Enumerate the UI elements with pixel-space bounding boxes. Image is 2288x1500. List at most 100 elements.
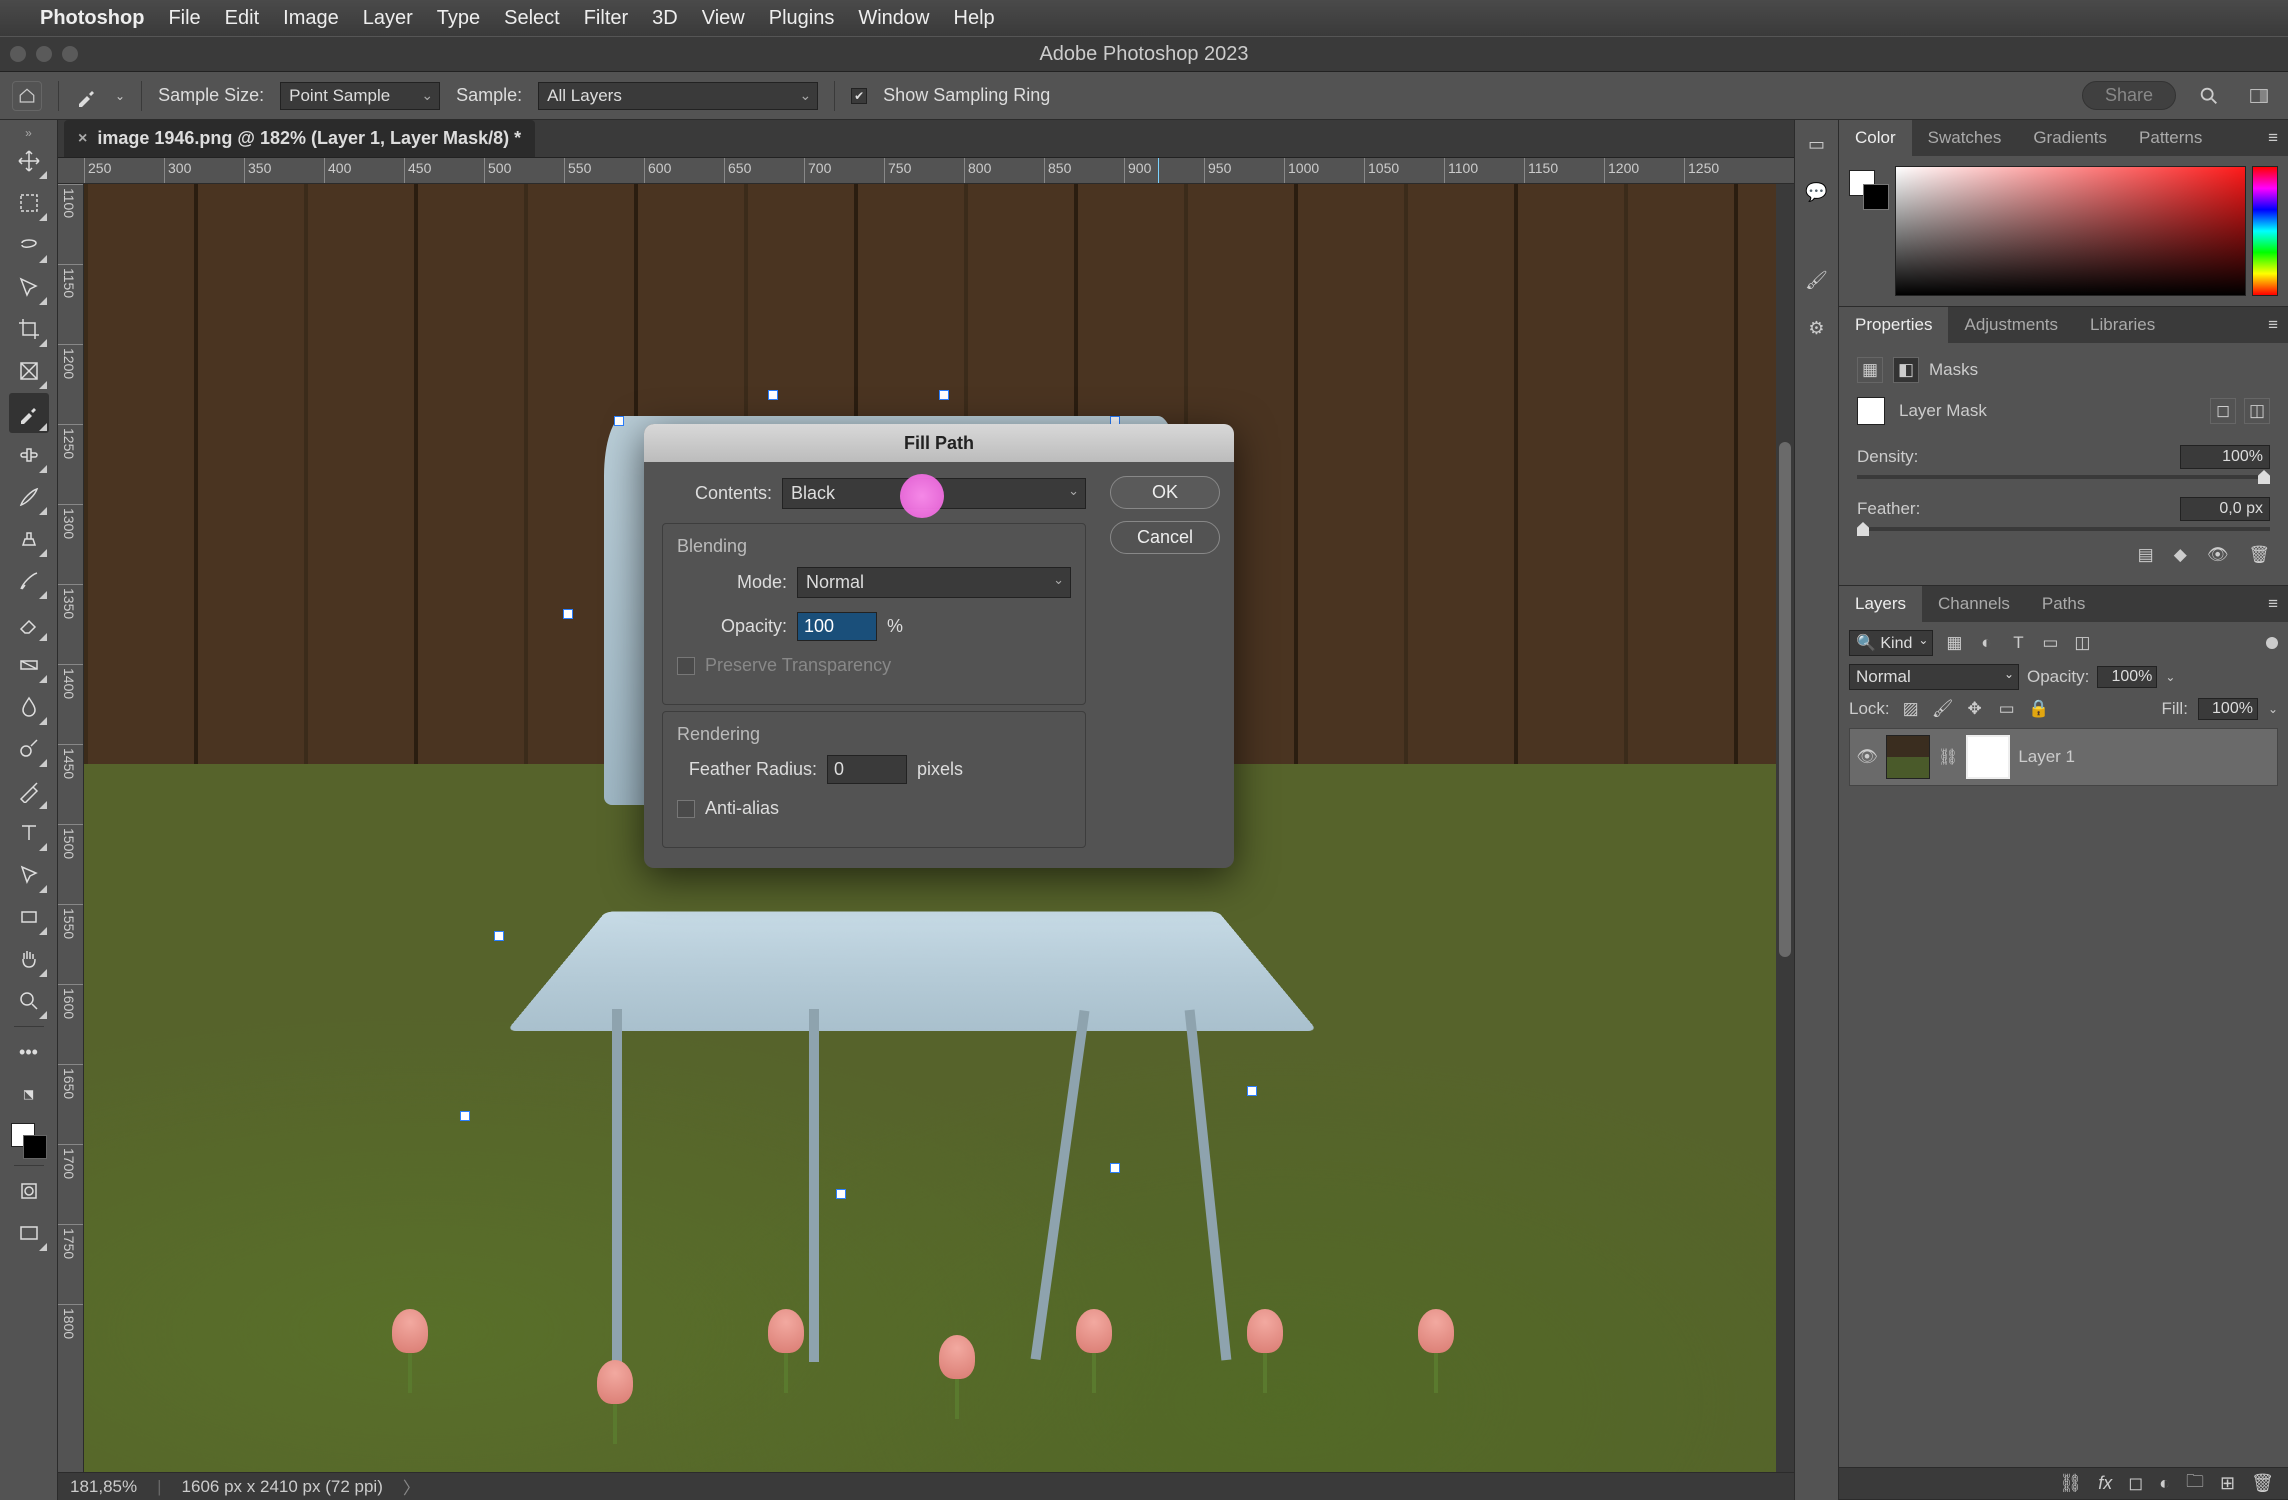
- hand-tool[interactable]: [9, 939, 49, 979]
- delete-layer-icon[interactable]: 🗑: [2251, 1473, 2274, 1494]
- path-anchor[interactable]: [1247, 1086, 1257, 1096]
- layer-name[interactable]: Layer 1: [2018, 747, 2075, 767]
- menu-select[interactable]: Select: [504, 7, 560, 30]
- color-tab[interactable]: Color: [1839, 120, 1912, 156]
- invert-mask-icon[interactable]: ◆: [2174, 545, 2187, 565]
- type-tool[interactable]: [9, 813, 49, 853]
- sample-size-select[interactable]: Point Sample: [280, 82, 440, 110]
- path-anchor[interactable]: [460, 1111, 470, 1121]
- menu-edit[interactable]: Edit: [225, 7, 259, 30]
- lock-all-icon[interactable]: 🔒: [2028, 698, 2050, 720]
- toggle-mask-icon[interactable]: 👁: [2207, 545, 2229, 565]
- history-panel-icon[interactable]: ▭: [1803, 130, 1831, 158]
- pixel-mask-icon[interactable]: ▦: [1857, 357, 1883, 383]
- show-sampling-ring-checkbox[interactable]: ✔: [851, 88, 867, 104]
- layer-thumbnail[interactable]: [1886, 735, 1930, 779]
- path-anchor[interactable]: [563, 609, 573, 619]
- add-pixel-mask-icon[interactable]: ◻: [2210, 398, 2236, 424]
- menu-window[interactable]: Window: [858, 7, 929, 30]
- mode-select[interactable]: Normal: [797, 567, 1071, 598]
- canvas[interactable]: Fill Path Contents: Black Blending Mode:: [84, 184, 1794, 1472]
- path-anchor[interactable]: [1110, 1163, 1120, 1173]
- tool-preset-chevron-icon[interactable]: ⌄: [115, 89, 125, 103]
- menu-help[interactable]: Help: [954, 7, 995, 30]
- layers-opacity-input[interactable]: 100%: [2097, 666, 2157, 688]
- layer-fx-icon[interactable]: fx: [2098, 1473, 2112, 1494]
- frame-tool[interactable]: [9, 351, 49, 391]
- mask-from-selection-icon[interactable]: ▤: [2138, 545, 2154, 565]
- panel-menu-icon[interactable]: ≡: [2258, 594, 2288, 614]
- new-fill-adjustment-icon[interactable]: ◐: [2159, 1473, 2170, 1494]
- sample-select[interactable]: All Layers: [538, 82, 818, 110]
- swatches-tab[interactable]: Swatches: [1912, 120, 2018, 156]
- share-button[interactable]: Share: [2082, 81, 2176, 110]
- app-name[interactable]: Photoshop: [40, 7, 144, 30]
- brushes-panel-icon[interactable]: 🖌: [1803, 266, 1831, 294]
- feather-radius-input[interactable]: 0: [827, 755, 907, 784]
- rectangle-tool[interactable]: [9, 897, 49, 937]
- add-vector-mask-icon[interactable]: ◫: [2244, 398, 2270, 424]
- menu-image[interactable]: Image: [283, 7, 339, 30]
- filter-type-icon[interactable]: T: [2007, 632, 2029, 654]
- clone-stamp-tool[interactable]: [9, 519, 49, 559]
- path-anchor[interactable]: [939, 390, 949, 400]
- menu-plugins[interactable]: Plugins: [769, 7, 835, 30]
- tools-collapse-icon[interactable]: »: [25, 126, 32, 140]
- zoom-tool[interactable]: [9, 981, 49, 1021]
- background-swatch[interactable]: [23, 1135, 47, 1159]
- properties-tab[interactable]: Properties: [1839, 307, 1948, 343]
- libraries-tab[interactable]: Libraries: [2074, 307, 2171, 343]
- color-field[interactable]: [1895, 166, 2246, 296]
- home-button[interactable]: [12, 81, 42, 111]
- dialog-title[interactable]: Fill Path: [644, 424, 1234, 462]
- new-layer-icon[interactable]: ⊞: [2220, 1473, 2235, 1494]
- blur-tool[interactable]: [9, 687, 49, 727]
- layers-tab[interactable]: Layers: [1839, 586, 1922, 622]
- cancel-button[interactable]: Cancel: [1110, 521, 1220, 554]
- menu-type[interactable]: Type: [437, 7, 480, 30]
- color-fgbg-swatches[interactable]: [1849, 170, 1889, 210]
- minimize-window-icon[interactable]: [36, 46, 52, 62]
- move-tool[interactable]: [9, 141, 49, 181]
- density-slider[interactable]: [1857, 475, 2270, 479]
- new-group-icon[interactable]: 🗀: [2186, 1469, 2204, 1499]
- layer-visibility-icon[interactable]: 👁: [1856, 747, 1878, 767]
- feather-slider[interactable]: [1857, 527, 2270, 531]
- fill-input[interactable]: 100%: [2198, 698, 2258, 720]
- vertical-ruler[interactable]: 1100 1150 1200 1250 1300 1350 1400 1450 …: [58, 184, 84, 1472]
- search-button[interactable]: [2192, 79, 2226, 113]
- default-fgbg[interactable]: ⬔: [9, 1074, 49, 1114]
- vertical-scrollbar[interactable]: [1776, 184, 1794, 1472]
- pen-tool[interactable]: [9, 771, 49, 811]
- quickmask-toggle[interactable]: [9, 1171, 49, 1211]
- doc-info[interactable]: 1606 px x 2410 px (72 ppi): [182, 1477, 383, 1497]
- fgbg-swatches[interactable]: [9, 1121, 49, 1161]
- path-anchor[interactable]: [494, 931, 504, 941]
- zoom-window-icon[interactable]: [62, 46, 78, 62]
- feather-input[interactable]: [2180, 497, 2270, 521]
- horizontal-ruler[interactable]: 250 300 350 400 450 500 550 600 650 700 …: [58, 158, 1794, 184]
- dialog-opacity-input[interactable]: 100: [797, 612, 877, 641]
- eyedropper-icon[interactable]: [75, 84, 99, 108]
- lock-artboard-icon[interactable]: ▭: [1996, 698, 2018, 720]
- fill-chevron-icon[interactable]: ⌄: [2268, 702, 2278, 716]
- menu-file[interactable]: File: [168, 7, 200, 30]
- history-brush-tool[interactable]: [9, 561, 49, 601]
- document-tab[interactable]: × image 1946.png @ 182% (Layer 1, Layer …: [64, 120, 535, 157]
- healing-brush-tool[interactable]: [9, 435, 49, 475]
- blend-mode-select[interactable]: Normal: [1849, 664, 2019, 690]
- filter-toggle[interactable]: [2266, 637, 2278, 649]
- crop-tool[interactable]: [9, 309, 49, 349]
- ok-button[interactable]: OK: [1110, 476, 1220, 509]
- menu-view[interactable]: View: [702, 7, 745, 30]
- menu-3d[interactable]: 3D: [652, 7, 678, 30]
- traffic-lights[interactable]: [10, 46, 78, 62]
- adjustments-tab[interactable]: Adjustments: [1948, 307, 2074, 343]
- link-icon[interactable]: ⛓: [1938, 747, 1958, 767]
- eraser-tool[interactable]: [9, 603, 49, 643]
- menu-filter[interactable]: Filter: [584, 7, 628, 30]
- gradient-tool[interactable]: [9, 645, 49, 685]
- link-layers-icon[interactable]: ⛓: [2059, 1473, 2082, 1494]
- panel-menu-icon[interactable]: ≡: [2258, 128, 2288, 148]
- brush-tool[interactable]: [9, 477, 49, 517]
